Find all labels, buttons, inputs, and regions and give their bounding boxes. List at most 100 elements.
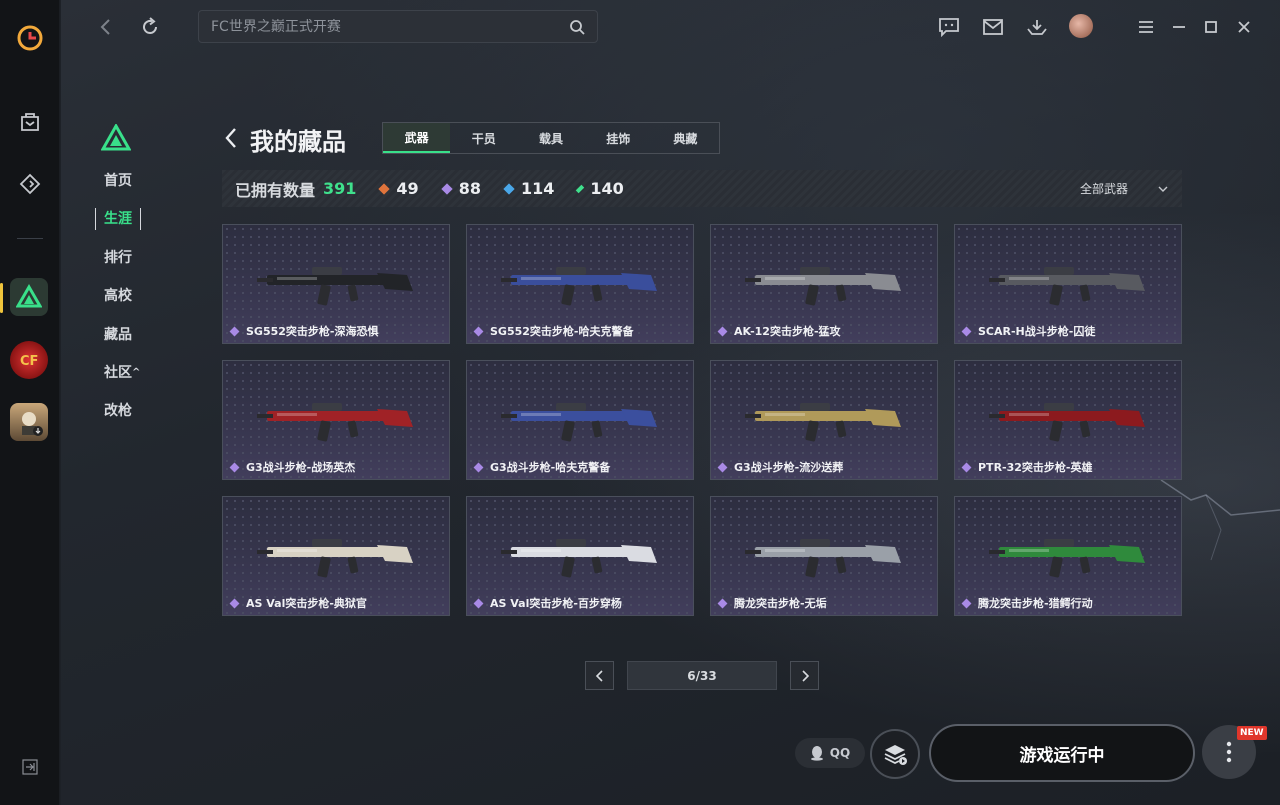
- weapon-name-text: G3战斗步枪-流沙送葬: [734, 461, 844, 474]
- weapon-filter-label: 全部武器: [1079, 182, 1128, 196]
- weapon-card[interactable]: SG552突击步枪-哈夫克警备: [466, 224, 694, 344]
- subnav-item-gunsmith[interactable]: 改枪: [104, 400, 132, 422]
- tab-charms[interactable]: 挂饰: [585, 123, 652, 153]
- owned-count-label: 已拥有数量: [235, 180, 316, 200]
- weapon-image: [745, 267, 901, 306]
- rarity-gem-icon: [229, 598, 240, 608]
- refresh-icon[interactable]: [137, 14, 163, 40]
- rarity-gem-icon: [961, 598, 972, 608]
- orange-gem-icon: [378, 182, 391, 195]
- more-vertical-icon: [1226, 741, 1232, 763]
- weapon-image: [745, 403, 901, 442]
- weapon-filter-dropdown[interactable]: 全部武器: [1080, 170, 1168, 207]
- weapon-card[interactable]: SG552突击步枪-深海恐惧: [222, 224, 450, 344]
- qq-penguin-icon: [810, 746, 823, 761]
- weapon-card[interactable]: 腾龙突击步枪-猎鳄行动: [954, 496, 1182, 616]
- weapon-image: [745, 539, 901, 578]
- weapon-card[interactable]: PTR-32突击步枪-英雄: [954, 360, 1182, 480]
- weapon-card[interactable]: G3战斗步枪-哈夫克警备: [466, 360, 694, 480]
- subnav-item-ranking[interactable]: 排行: [104, 247, 132, 269]
- maximize-icon[interactable]: [1198, 14, 1224, 40]
- collapse-sidebar-icon[interactable]: [20, 757, 40, 777]
- close-icon[interactable]: [1231, 14, 1257, 40]
- app-logo[interactable]: [10, 18, 50, 58]
- subnav-community-label: 社区: [104, 365, 132, 381]
- category-tabs: 武器 干员 载具 挂饰 典藏: [382, 122, 720, 154]
- weapon-name: G3战斗步枪-哈夫克警备: [473, 459, 610, 475]
- weapon-name-text: 腾龙突击步枪-无垢: [734, 597, 827, 610]
- blue-gem-icon: [503, 182, 515, 195]
- weapon-name: G3战斗步枪-流沙送葬: [717, 459, 843, 475]
- weapon-card[interactable]: AS Val突击步枪-百步穿杨: [466, 496, 694, 616]
- search-icon[interactable]: [569, 19, 585, 35]
- game-status-button[interactable]: 游戏运行中: [929, 724, 1195, 782]
- page-back-icon[interactable]: [224, 125, 240, 151]
- weapon-name-text: 腾龙突击步枪-猎鳄行动: [978, 597, 1093, 610]
- weapon-name: 腾龙突击步枪-猎鳄行动: [961, 595, 1093, 611]
- weapon-name: PTR-32突击步枪-英雄: [961, 459, 1092, 475]
- subnav-item-community[interactable]: 社区^: [104, 362, 140, 384]
- tab-operators[interactable]: 干员: [450, 123, 517, 153]
- owned-count-total: 391: [323, 179, 357, 198]
- back-nav-icon[interactable]: [93, 14, 119, 40]
- subnav-item-campus[interactable]: 高校: [104, 285, 132, 307]
- rarity-gem-icon: [717, 598, 728, 608]
- weapon-name-text: G3战斗步枪-哈夫克警备: [490, 461, 611, 474]
- weapon-card[interactable]: G3战斗步枪-战场英杰: [222, 360, 450, 480]
- subnav-item-collection[interactable]: 藏品: [104, 324, 132, 346]
- page-indicator: 6/33: [627, 661, 777, 690]
- rarity-gem-icon: [473, 598, 484, 608]
- weapon-image: [501, 267, 657, 306]
- app-rail: CF: [0, 0, 60, 805]
- overlay-layers-button[interactable]: [870, 729, 920, 779]
- search-box[interactable]: [198, 10, 598, 43]
- prev-page-button[interactable]: [585, 661, 614, 690]
- chevron-left-icon: [595, 669, 603, 682]
- rarity-count-orange: 49: [378, 179, 419, 198]
- subnav-item-career[interactable]: 生涯: [95, 208, 141, 230]
- subnav-community-caret: ^: [132, 367, 141, 378]
- rarity-count-purple: 88: [441, 179, 481, 198]
- crossfire-game-icon[interactable]: CF: [10, 341, 48, 379]
- user-avatar[interactable]: [1069, 14, 1093, 38]
- rarity-purple-value: 88: [458, 179, 481, 198]
- weapon-name: SG552突击步枪-哈夫克警备: [473, 323, 633, 339]
- rarity-gem-icon: [717, 462, 728, 472]
- rarity-count-green: 140: [576, 179, 624, 198]
- rarity-count-blue: 114: [503, 179, 555, 198]
- weapon-name: SG552突击步枪-深海恐惧: [229, 323, 378, 339]
- search-input[interactable]: [211, 18, 569, 35]
- tab-vehicles[interactable]: 载具: [517, 123, 584, 153]
- rarity-green-value: 140: [590, 179, 624, 198]
- weapon-card[interactable]: AK-12突击步枪-猛攻: [710, 224, 938, 344]
- rarity-gem-icon: [229, 462, 240, 472]
- pubg-game-icon[interactable]: [10, 403, 48, 441]
- mail-icon[interactable]: [980, 14, 1006, 40]
- qq-label: QQ: [829, 746, 851, 760]
- chat-icon[interactable]: [936, 14, 962, 40]
- rarity-gem-icon: [961, 462, 972, 472]
- weapon-card[interactable]: AS Val突击步枪-典狱官: [222, 496, 450, 616]
- weapon-card[interactable]: SCAR-H战斗步枪-囚徒: [954, 224, 1182, 344]
- weapon-name-text: SG552突击步枪-哈夫克警备: [490, 325, 634, 338]
- weapon-image: [501, 539, 657, 578]
- weapon-image: [989, 539, 1145, 578]
- weapon-name-text: PTR-32突击步枪-英雄: [978, 461, 1093, 474]
- download-icon[interactable]: [1024, 14, 1050, 40]
- tab-weapons[interactable]: 武器: [383, 123, 451, 153]
- store-icon[interactable]: [10, 102, 50, 142]
- delta-force-game-icon[interactable]: [10, 278, 48, 316]
- minimize-icon[interactable]: [1166, 14, 1192, 40]
- subnav-item-home[interactable]: 首页: [104, 170, 132, 192]
- weapon-card[interactable]: 腾龙突击步枪-无垢: [710, 496, 938, 616]
- rarity-blue-value: 114: [520, 179, 555, 198]
- menu-icon[interactable]: [1133, 14, 1159, 40]
- next-page-button[interactable]: [790, 661, 819, 690]
- chevron-down-icon: [1158, 186, 1168, 192]
- qq-button[interactable]: QQ: [795, 738, 865, 768]
- tab-classics[interactable]: 典藏: [652, 123, 719, 153]
- weapon-card[interactable]: G3战斗步枪-流沙送葬: [710, 360, 938, 480]
- rarity-gem-icon: [717, 326, 728, 336]
- chevron-right-icon: [801, 669, 809, 682]
- game-library-icon[interactable]: [10, 164, 50, 204]
